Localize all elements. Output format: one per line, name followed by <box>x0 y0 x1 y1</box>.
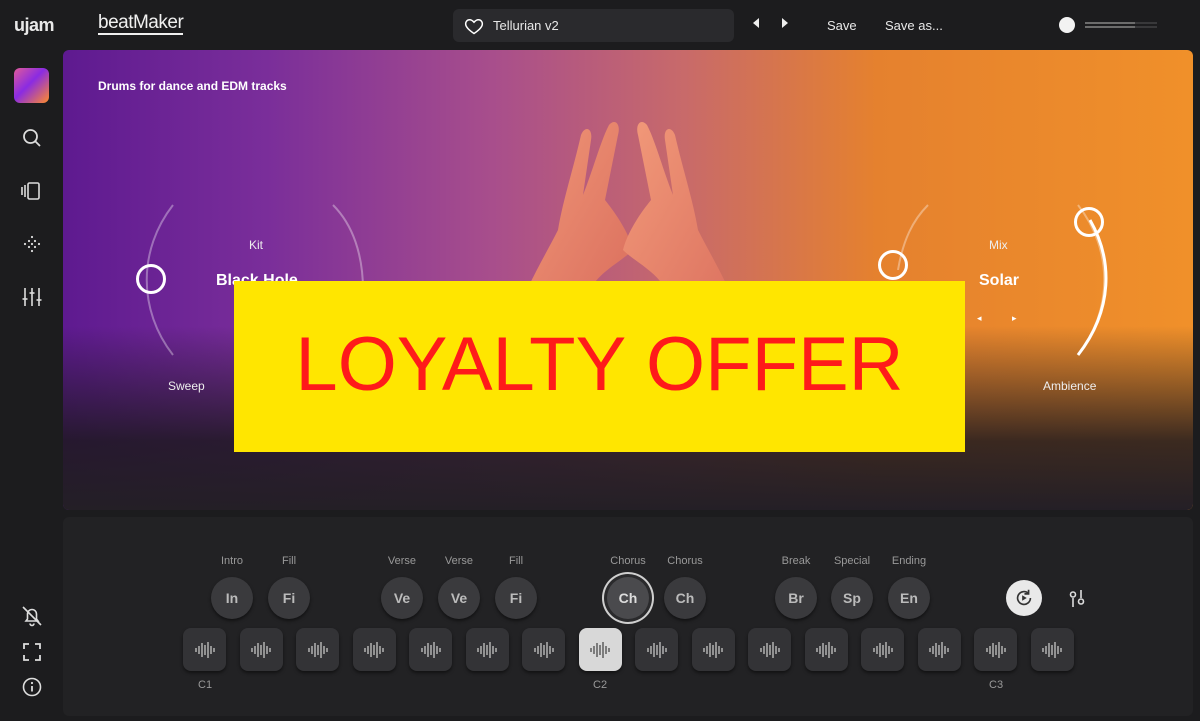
waveform-icon <box>194 641 215 658</box>
section-label: Ending <box>891 555 927 567</box>
section-label: Verse <box>444 555 474 567</box>
section-label: Chorus <box>667 555 703 567</box>
waveform-icon <box>1042 641 1062 658</box>
beat-key[interactable] <box>578 628 622 671</box>
ambience-knob-handle[interactable] <box>1074 207 1104 237</box>
section-pad[interactable]: In <box>211 577 253 619</box>
waveform-icon <box>477 641 497 658</box>
save-button[interactable]: Save <box>827 18 857 33</box>
next-preset-icon[interactable] <box>779 16 791 30</box>
waveform-icon <box>759 641 780 658</box>
beat-key[interactable] <box>635 628 678 671</box>
waveform-icon <box>307 641 328 658</box>
section-label: Break <box>781 555 811 567</box>
key-label-c3: C3 <box>989 679 1004 691</box>
mixer-sliders-icon[interactable] <box>20 285 44 309</box>
kit-description: Drums for dance and EDM tracks <box>98 79 287 93</box>
sweep-knob-handle[interactable] <box>136 264 166 294</box>
mix-knob-handle[interactable] <box>878 250 908 280</box>
sweep-label: Sweep <box>168 379 205 393</box>
mix-next-icon[interactable]: ▸ <box>1012 313 1017 324</box>
waveform-icon <box>533 641 554 658</box>
section-label: Fill <box>508 555 524 567</box>
mix-previous-icon[interactable]: ◂ <box>977 313 982 324</box>
waveform-icon <box>816 641 836 658</box>
beat-key[interactable] <box>861 628 904 671</box>
waveform-icon <box>590 641 610 658</box>
waveform-icon <box>985 641 1006 658</box>
kit-arc-right <box>332 204 364 290</box>
section-pad[interactable]: Fi <box>495 577 537 619</box>
beat-key[interactable] <box>974 628 1017 671</box>
section-pad[interactable]: Ch <box>664 577 706 619</box>
waveform-icon <box>420 641 441 658</box>
waveform-icon <box>929 641 949 658</box>
top-bar: ujam beatMaker Tellurian v2 Save Save as… <box>0 0 1200 50</box>
notifications-off-icon[interactable] <box>20 604 44 628</box>
ambience-label: Ambience <box>1043 379 1097 393</box>
volume-meter <box>1085 22 1157 28</box>
fullscreen-icon[interactable] <box>20 640 44 664</box>
key-label-c2: C2 <box>593 679 608 691</box>
beat-key[interactable] <box>691 628 735 671</box>
section-label: Intro <box>220 555 243 567</box>
loop-button[interactable] <box>1006 580 1042 616</box>
section-pad[interactable]: Fi <box>268 577 310 619</box>
mix-value[interactable]: Solar <box>979 272 1019 290</box>
preset-name: Tellurian v2 <box>493 18 559 33</box>
loyalty-offer-text: LOYALTY OFFER <box>295 322 904 407</box>
kit-title: Kit <box>249 238 264 252</box>
preset-selector[interactable]: Tellurian v2 <box>453 9 734 42</box>
section-pad[interactable]: Sp <box>831 577 873 619</box>
volume-knob[interactable] <box>1059 17 1075 33</box>
info-icon[interactable] <box>20 675 44 699</box>
beat-key[interactable] <box>465 628 509 671</box>
heart-icon[interactable] <box>464 16 484 36</box>
loyalty-offer-banner[interactable]: LOYALTY OFFER <box>234 281 965 452</box>
waveform-icon <box>251 641 271 658</box>
beat-key[interactable] <box>239 628 283 671</box>
key-label-c1: C1 <box>198 679 213 691</box>
beat-key[interactable] <box>917 628 961 671</box>
settings-sliders-icon[interactable] <box>1066 587 1088 609</box>
waveform-icon <box>364 641 384 658</box>
waveform-icon <box>703 641 723 658</box>
search-icon[interactable] <box>20 126 44 150</box>
previous-preset-icon[interactable] <box>750 16 762 30</box>
kit-thumbnail[interactable] <box>14 68 49 103</box>
beat-key[interactable] <box>1030 628 1074 671</box>
loop-icon <box>1016 589 1032 606</box>
mix-title: Mix <box>989 238 1008 252</box>
beat-key[interactable] <box>804 628 848 671</box>
section-label: Fill <box>281 555 297 567</box>
save-as-button[interactable]: Save as... <box>885 18 943 33</box>
section-pad[interactable]: Ve <box>381 577 423 619</box>
beat-key[interactable] <box>352 628 396 671</box>
pattern-grid-icon[interactable] <box>20 232 44 256</box>
section-label: Verse <box>387 555 417 567</box>
waveform-icon <box>646 641 667 658</box>
section-label: Chorus <box>610 555 646 567</box>
section-pad[interactable]: Br <box>775 577 817 619</box>
beat-key[interactable] <box>296 628 339 671</box>
product-logo: beatMaker <box>98 12 184 35</box>
beat-key[interactable] <box>183 628 226 671</box>
beat-key[interactable] <box>409 628 452 671</box>
beat-key[interactable] <box>748 628 791 671</box>
brand-logo: ujam <box>14 15 55 35</box>
browser-icon[interactable] <box>20 179 44 203</box>
section-label: Special <box>833 555 871 567</box>
beat-key[interactable] <box>522 628 565 671</box>
section-pad[interactable]: Ch <box>607 577 649 619</box>
waveform-icon <box>872 641 893 658</box>
section-pad[interactable]: Ve <box>438 577 480 619</box>
section-pad[interactable]: En <box>888 577 930 619</box>
